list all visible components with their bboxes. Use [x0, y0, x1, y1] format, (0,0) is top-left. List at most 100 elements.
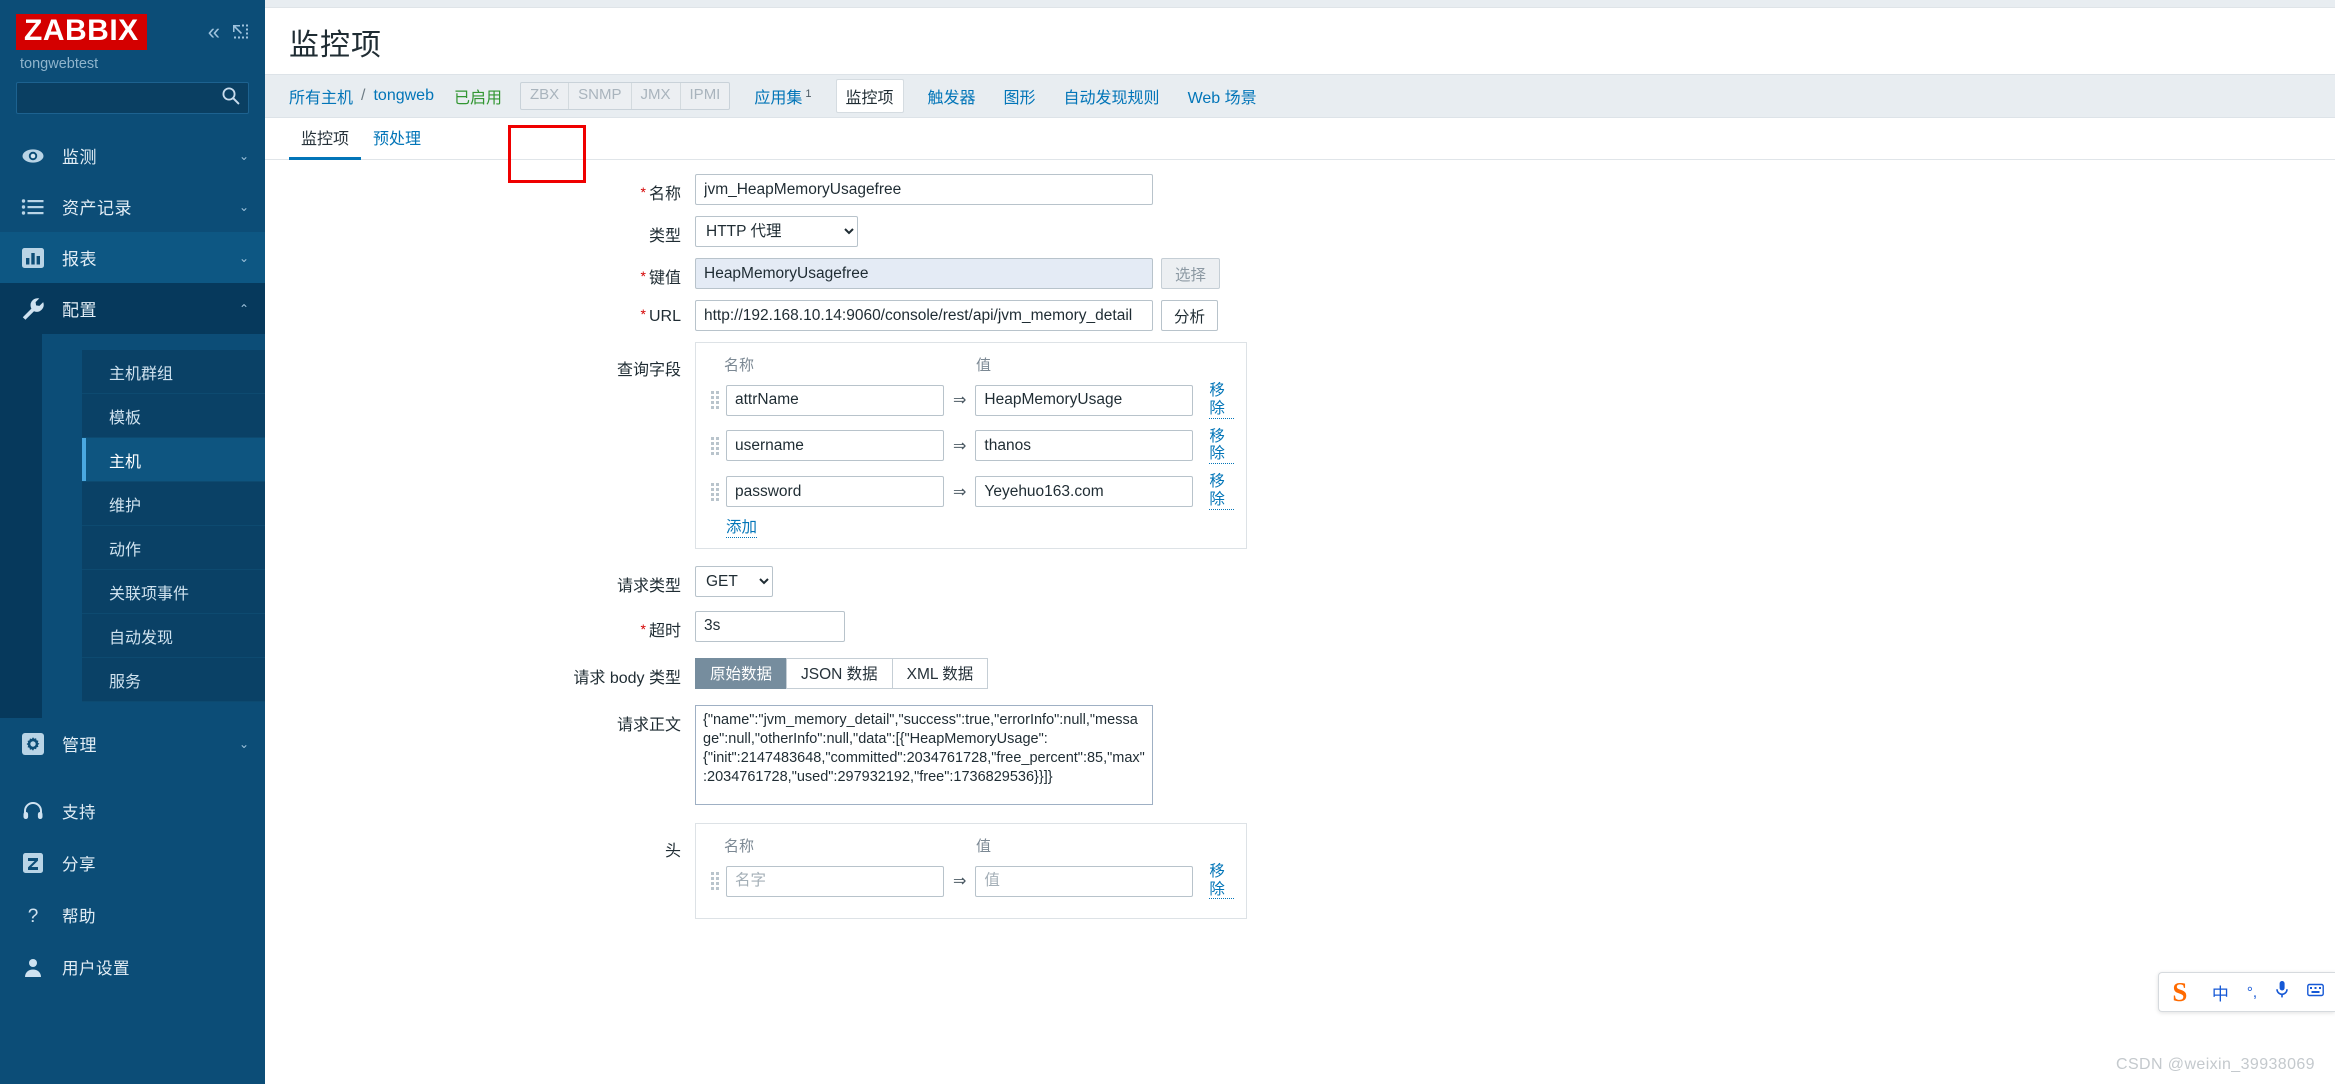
sidebar-item-share[interactable]: 分享	[0, 837, 265, 889]
zabbix-logo[interactable]: ZABBIX	[16, 14, 147, 50]
header-value-input[interactable]	[975, 865, 1194, 897]
user-icon	[20, 955, 46, 979]
tab-preprocessing[interactable]: 预处理	[361, 117, 433, 159]
ime-punctuation-toggle[interactable]: °,	[2238, 984, 2266, 1001]
query-fields-table: 名称 值 ⇒ 移除 ⇒	[695, 342, 1247, 549]
sidebar-item-user-settings[interactable]: 用户设置	[0, 941, 265, 993]
sidebar-subitem-discovery[interactable]: 自动发现	[82, 614, 265, 658]
label-text: 超时	[648, 622, 681, 640]
body-type-json-button[interactable]: JSON 数据	[786, 657, 892, 689]
search-input[interactable]	[17, 83, 248, 113]
drag-handle-icon[interactable]	[708, 870, 722, 892]
host-status-badge[interactable]: 已启用	[454, 84, 502, 108]
control-type: HTTP 代理	[695, 216, 858, 247]
query-field-row: ⇒ 移除	[708, 382, 1234, 419]
mic-icon[interactable]	[2266, 980, 2298, 1004]
query-field-name-input[interactable]	[726, 384, 944, 416]
breadcrumb-tab-discovery-rules[interactable]: 自动发现规则	[1060, 80, 1164, 112]
submenu-gutter	[0, 334, 42, 718]
form-row-type: 类型 HTTP 代理	[265, 216, 2335, 247]
label-timeout: * 超时	[265, 611, 695, 641]
chevron-down-icon: ⌄	[238, 736, 249, 751]
sidebar-item-support[interactable]: 支持	[0, 785, 265, 837]
breadcrumb-tab-graphs[interactable]: 图形	[1000, 80, 1040, 112]
type-select[interactable]: HTTP 代理	[695, 216, 858, 247]
form-row-key: *键值 选择	[265, 258, 2335, 289]
breadcrumb-tab-items[interactable]: 监控项	[835, 79, 904, 113]
body-type-xml-button[interactable]: XML 数据	[891, 657, 989, 689]
drag-handle-icon[interactable]	[708, 481, 722, 503]
tab-label: 自动发现规则	[1063, 90, 1160, 107]
query-field-value-input[interactable]	[975, 384, 1194, 416]
sidebar-subitem-host-groups[interactable]: 主机群组	[82, 350, 265, 394]
query-field-value-input[interactable]	[975, 430, 1194, 462]
search-icon[interactable]	[221, 86, 240, 110]
query-field-remove-link[interactable]: 移除	[1209, 382, 1234, 419]
search-box[interactable]	[16, 82, 249, 114]
header-remove-link[interactable]: 移除	[1209, 863, 1234, 900]
drag-handle-icon[interactable]	[708, 435, 722, 457]
timeout-input[interactable]	[695, 610, 845, 642]
sidebar-subitem-event-correlation[interactable]: 关联项事件	[82, 570, 265, 614]
sidebar-item-reports[interactable]: 报表 ⌄	[0, 232, 265, 283]
sidebar-subitem-templates[interactable]: 模板	[82, 394, 265, 438]
sidebar-subitem-hosts[interactable]: 主机	[82, 438, 265, 482]
request-body-textarea[interactable]: {"name":"jvm_memory_detail","success":tr…	[695, 704, 1153, 805]
sidebar-item-inventory[interactable]: 资产记录 ⌄	[0, 181, 265, 232]
url-parse-button[interactable]: 分析	[1161, 300, 1219, 331]
url-input[interactable]	[695, 300, 1153, 331]
subitem-label: 主机群组	[109, 365, 174, 383]
request-type-select[interactable]: GET	[695, 565, 773, 597]
sidebar-submenu-configuration: 主机群组 模板 主机 维护 动作 关联项事件 自动发现 服务	[0, 334, 265, 718]
body-type-segmented-control: 原始数据 JSON 数据 XML 数据	[695, 657, 989, 689]
sidebar-subitem-actions[interactable]: 动作	[82, 526, 265, 570]
sogou-logo-icon[interactable]: S	[2163, 975, 2197, 1009]
chevron-down-icon: ⌄	[238, 148, 249, 163]
query-field-remove-link[interactable]: 移除	[1209, 428, 1234, 465]
sidebar-item-label: 用户设置	[62, 960, 130, 978]
name-input[interactable]	[695, 174, 1153, 205]
query-field-value-input[interactable]	[975, 476, 1194, 508]
breadcrumb-host[interactable]: tongweb	[373, 87, 434, 105]
protocol-zbx: ZBX	[521, 83, 570, 109]
breadcrumb-tab-applications[interactable]: 应用集 1	[750, 80, 815, 112]
query-field-name-input[interactable]	[726, 430, 944, 462]
keyboard-icon[interactable]	[2298, 982, 2333, 1002]
control-body-type: 原始数据 JSON 数据 XML 数据	[695, 657, 989, 689]
sidebar-item-configuration[interactable]: 配置 ⌃	[0, 283, 265, 334]
drag-handle-icon[interactable]	[708, 389, 722, 411]
query-field-name-input[interactable]	[726, 476, 944, 508]
label-name: * 名称	[265, 174, 695, 204]
sidebar-item-help[interactable]: ? 帮助	[0, 889, 265, 941]
key-input[interactable]	[695, 258, 1153, 289]
breadcrumb-tab-triggers[interactable]: 触发器	[924, 80, 980, 112]
chevrons-left-icon[interactable]: «	[208, 21, 220, 43]
control-name	[695, 174, 1153, 205]
tab-item[interactable]: 监控项	[289, 117, 362, 160]
breadcrumb-tab-web-scenarios[interactable]: Web 场景	[1184, 80, 1261, 112]
control-query-fields: 名称 值 ⇒ 移除 ⇒	[695, 342, 1247, 549]
header-name-input[interactable]	[726, 865, 944, 897]
sidebar-subitem-maintenance[interactable]: 维护	[82, 482, 265, 526]
breadcrumb-all-hosts[interactable]: 所有主机	[289, 84, 353, 108]
expand-icon[interactable]	[231, 23, 249, 41]
body-type-raw-button[interactable]: 原始数据	[695, 657, 787, 689]
form-row-request-body: 请求正文 {"name":"jvm_memory_detail","succes…	[265, 704, 2335, 805]
header-row: ⇒ 移除	[708, 863, 1234, 900]
key-select-button[interactable]: 选择	[1161, 258, 1221, 289]
query-fields-header: 名称 值	[708, 351, 1234, 382]
query-field-remove-link[interactable]: 移除	[1209, 473, 1234, 510]
sidebar-item-monitoring[interactable]: 监测 ⌄	[0, 130, 265, 181]
chevron-up-icon: ⌃	[238, 301, 249, 316]
query-field-add-link[interactable]: 添加	[726, 519, 758, 538]
sidebar-subitem-services[interactable]: 服务	[82, 658, 265, 702]
sogou-ime-toolbar: S 中 °,	[2157, 972, 2335, 1012]
sidebar-item-administration[interactable]: 管理 ⌄	[0, 718, 265, 769]
control-request-body: {"name":"jvm_memory_detail","success":tr…	[695, 704, 1153, 805]
breadcrumb-separator: /	[361, 87, 366, 104]
protocol-snmp: SNMP	[569, 83, 632, 109]
protocol-jmx: JMX	[632, 83, 681, 109]
form-row-timeout: * 超时	[265, 610, 2335, 642]
label-text: 键值	[648, 270, 681, 287]
ime-language-toggle[interactable]: 中	[2203, 980, 2238, 1005]
